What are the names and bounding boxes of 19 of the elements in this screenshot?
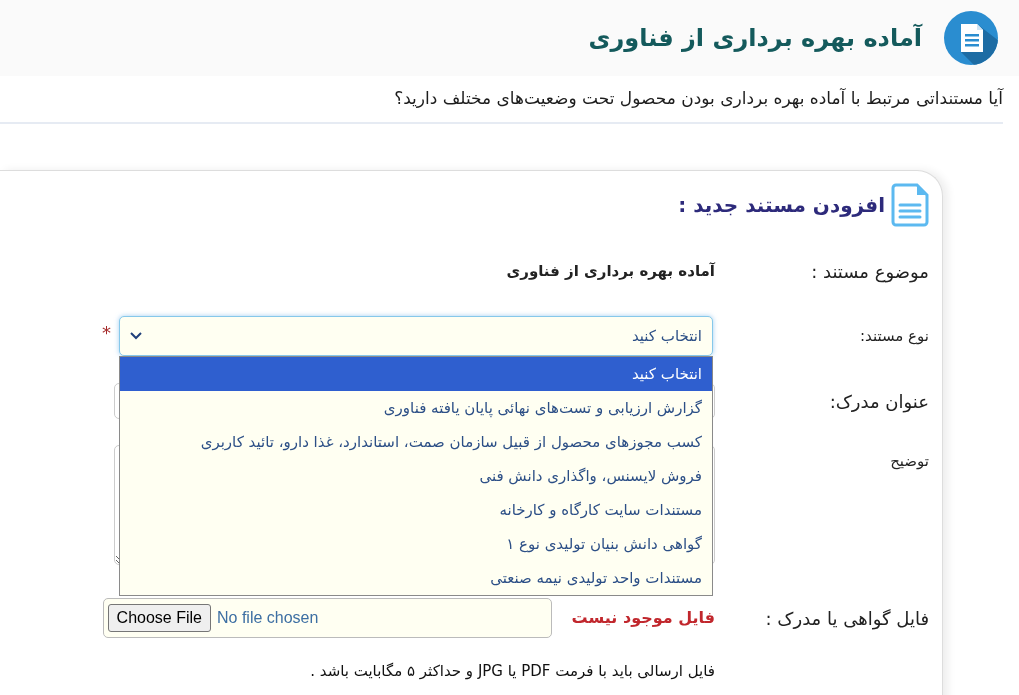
question-text: آیا مستنداتی مرتبط با آماده بهره برداری بودن محصول تحت وضعیت‌های مختلف دارید؟: [394, 87, 1003, 111]
file-status-text: No file chosen: [217, 608, 319, 628]
file-input-field[interactable]: Choose File No file chosen: [102, 598, 552, 638]
chevron-down-icon: [130, 332, 142, 340]
dropdown-option[interactable]: انتخاب کنید: [120, 357, 712, 391]
field-label: نوع مستند:: [859, 327, 929, 345]
field-label: عنوان مدرک:: [829, 390, 929, 412]
choose-file-button[interactable]: Choose File: [107, 604, 211, 632]
select-field[interactable]: انتخاب کنید: [119, 316, 713, 356]
required-asterisk: *: [102, 324, 111, 342]
subject-value: آماده بهره برداری از فناوری: [506, 260, 715, 282]
form-title: افزودن مستند جدید :: [678, 192, 885, 219]
field-label: توضیح: [890, 452, 929, 470]
field-label: فایل گواهی یا مدرک :: [765, 607, 929, 629]
document-icon: [891, 183, 929, 227]
field-label: موضوع مستند :: [811, 260, 929, 282]
document-circle-icon: [944, 11, 998, 65]
file-missing-text: فایل موجود نیست: [571, 607, 715, 629]
help-text: فایل ارسالی باید با فرمت PDF یا JPG و حداکثر ۵ مگابایت باشد .: [310, 660, 715, 682]
